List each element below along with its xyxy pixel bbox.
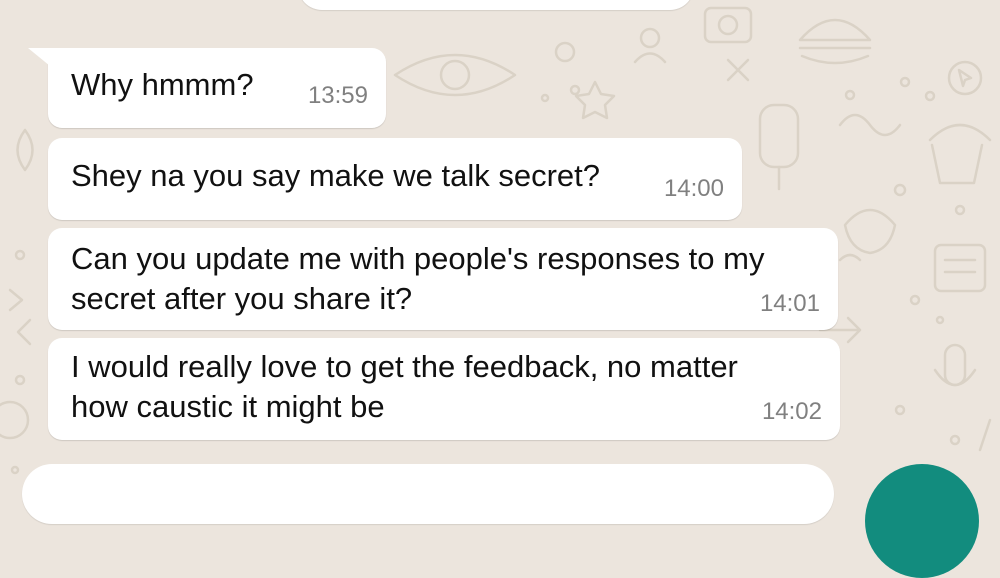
message-input-field[interactable] — [22, 464, 834, 524]
message-timestamp: 14:00 — [663, 175, 724, 202]
incoming-message[interactable]: Can you update me with people's response… — [48, 228, 838, 330]
message-text: I would really love to get the feedback,… — [71, 349, 738, 424]
bubble-tail — [28, 48, 50, 66]
incoming-message[interactable]: I would really love to get the feedback,… — [48, 338, 840, 440]
incoming-message[interactable]: Why hmmm? 13:59 — [28, 48, 386, 128]
incoming-message[interactable]: Shey na you say make we talk secret? 14:… — [48, 138, 742, 220]
message-text: Shey na you say make we talk secret? — [71, 158, 600, 193]
send-mic-button[interactable] — [865, 464, 979, 578]
message-timestamp: 14:02 — [761, 398, 822, 425]
message-timestamp: 13:59 — [307, 82, 368, 109]
previous-message-bubble — [298, 0, 694, 10]
message-text: Why hmmm? — [71, 67, 254, 102]
message-timestamp: 14:01 — [759, 290, 820, 317]
message-text: Can you update me with people's response… — [71, 241, 765, 316]
